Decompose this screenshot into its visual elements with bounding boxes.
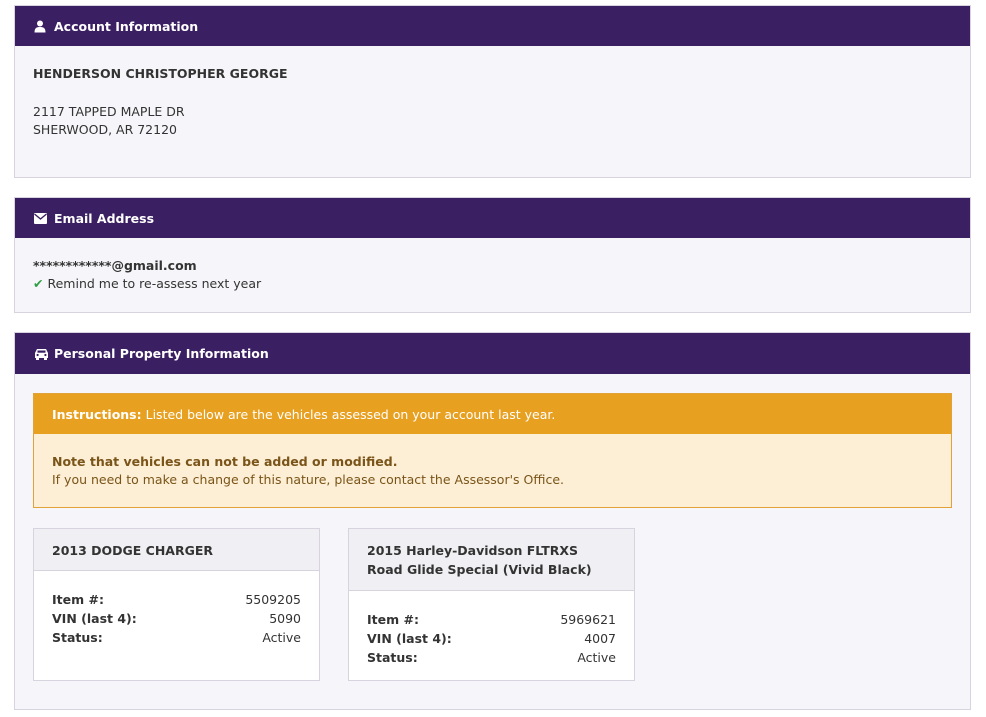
vehicle-status-row: Status: Active <box>52 628 301 647</box>
remind-label: Remind me to re-assess next year <box>47 276 262 291</box>
vehicle-vin-row: VIN (last 4): 5090 <box>52 609 301 628</box>
email-address: ************@gmail.com <box>33 258 197 273</box>
instructions-alert: Instructions: Listed below are the vehic… <box>33 393 952 508</box>
vehicle-card: 2015 Harley-Davidson FLTRXS Road Glide S… <box>348 528 635 681</box>
account-name: HENDERSON CHRISTOPHER GEORGE <box>33 66 288 81</box>
account-panel: Account Information HENDERSON CHRISTOPHE… <box>14 5 971 178</box>
vehicle-title: 2013 DODGE CHARGER <box>34 529 319 571</box>
account-panel-title: Account Information <box>54 18 199 34</box>
note-text: If you need to make a change of this nat… <box>52 472 564 487</box>
status-value: Active <box>577 650 616 665</box>
email-panel-title: Email Address <box>54 210 155 226</box>
vehicle-vin-row: VIN (last 4): 4007 <box>367 629 616 648</box>
vehicle-item-row: Item #: 5969621 <box>367 610 616 629</box>
car-icon <box>34 348 50 360</box>
vin-value: 4007 <box>584 631 616 646</box>
instructions-text: Listed below are the vehicles assessed o… <box>145 406 556 422</box>
vehicle-card: 2013 DODGE CHARGER Item #: 5509205 VIN (… <box>33 528 320 681</box>
check-icon: ✔ <box>33 276 44 291</box>
vin-value: 5090 <box>269 611 301 626</box>
user-icon <box>34 20 50 33</box>
item-value: 5509205 <box>245 592 301 607</box>
envelope-icon <box>34 212 50 224</box>
property-panel-header: Personal Property Information <box>15 333 970 374</box>
vin-label: VIN (last 4): <box>52 611 137 626</box>
vin-label: VIN (last 4): <box>367 631 452 646</box>
vehicle-item-row: Item #: 5509205 <box>52 590 301 609</box>
email-panel-header: Email Address <box>15 198 970 238</box>
item-value: 5969621 <box>560 612 616 627</box>
instructions-header: Instructions: Listed below are the vehic… <box>34 394 951 434</box>
vehicle-title: 2015 Harley-Davidson FLTRXS Road Glide S… <box>349 529 634 591</box>
property-panel-title: Personal Property Information <box>54 346 269 361</box>
status-value: Active <box>262 630 301 645</box>
instructions-lead: Instructions: <box>52 406 142 422</box>
remind-option: ✔ Remind me to re-assess next year <box>33 275 952 293</box>
item-label: Item #: <box>367 612 419 627</box>
email-panel: Email Address ************@gmail.com ✔ Re… <box>14 197 971 313</box>
instructions-note: Note that vehicles can not be added or m… <box>34 434 951 507</box>
property-panel: Personal Property Information Instructio… <box>14 332 971 710</box>
status-label: Status: <box>52 630 103 645</box>
vehicle-status-row: Status: Active <box>367 648 616 667</box>
note-bold: Note that vehicles can not be added or m… <box>52 454 398 469</box>
address-line-2: SHERWOOD, AR 72120 <box>33 122 177 137</box>
address-line-1: 2117 TAPPED MAPLE DR <box>33 104 185 119</box>
account-panel-header: Account Information <box>15 6 970 46</box>
item-label: Item #: <box>52 592 104 607</box>
status-label: Status: <box>367 650 418 665</box>
